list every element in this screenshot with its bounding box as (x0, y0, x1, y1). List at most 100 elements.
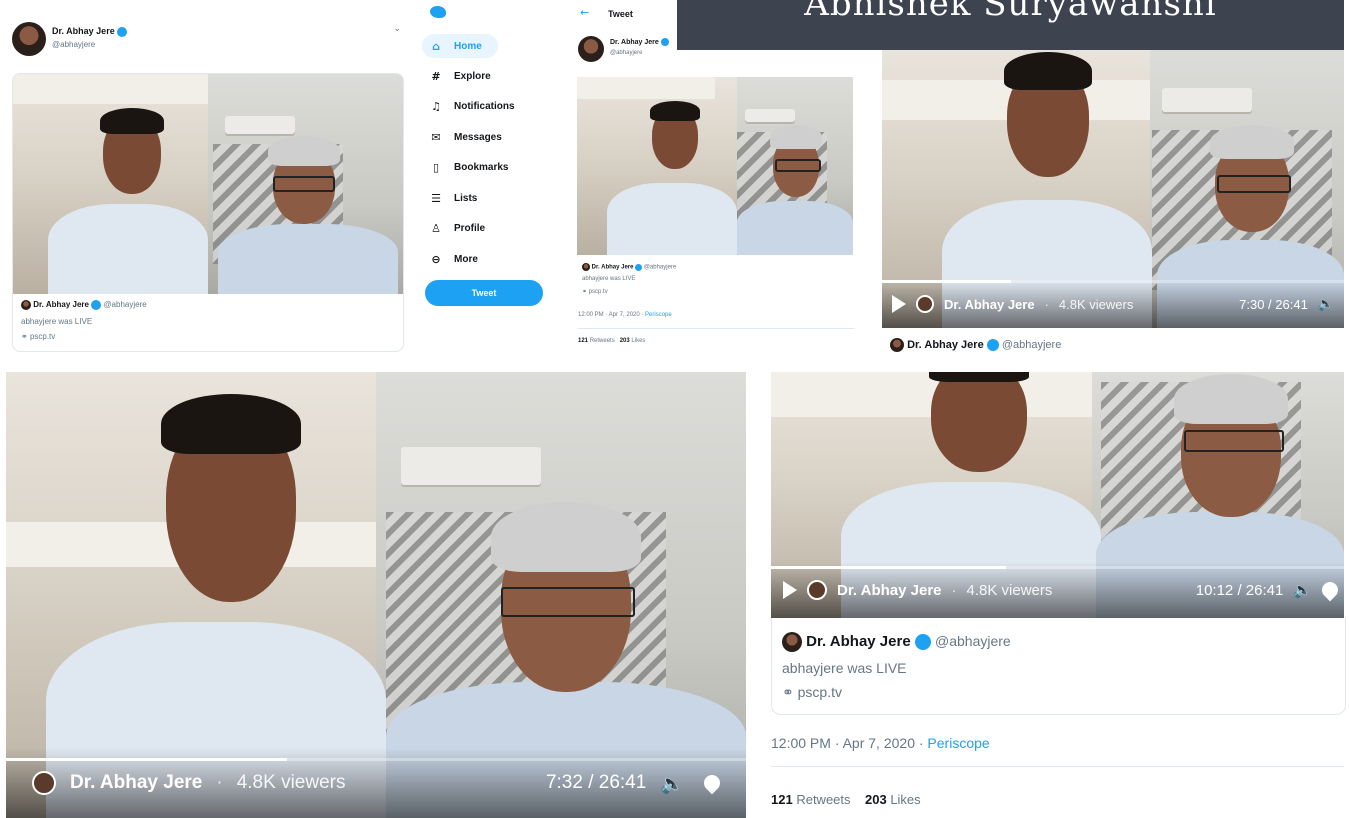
card-user-handle: @abhayjere (643, 264, 677, 271)
chevron-down-icon[interactable]: ⌄ (393, 24, 401, 34)
live-status: abhayjere was LIVE (782, 660, 907, 676)
tweet-page-header: Tweet (608, 9, 633, 19)
source-link[interactable]: Periscope (927, 735, 989, 751)
card-user-handle: @abhayjere (935, 632, 1011, 649)
sidebar-item-notifications[interactable]: ♫ Notifications (430, 100, 515, 113)
video-user-name[interactable]: Dr. Abhay Jere (837, 582, 942, 599)
sidebar-item-messages[interactable]: ✉ Messages (430, 131, 502, 144)
bookmark-icon: ▯ (432, 161, 440, 174)
retweet-label: Retweets (589, 338, 615, 344)
home-icon: ⌂ (432, 40, 440, 53)
card-user-name[interactable]: Dr. Abhay Jere (592, 265, 634, 271)
retweet-count[interactable]: 121 (771, 792, 793, 807)
user-handle: @abhayjere (610, 50, 643, 56)
volume-icon[interactable]: 🔈 (1293, 581, 1312, 599)
sidebar-item-profile[interactable]: ♙ Profile (430, 222, 485, 235)
twitter-logo-icon[interactable] (430, 6, 446, 18)
mini-avatar (21, 300, 31, 310)
like-label: Likes (890, 792, 921, 807)
user-name[interactable]: Dr. Abhay Jere (610, 39, 659, 46)
video-time: 7:32 / 26:41 (545, 772, 647, 793)
card-link[interactable]: ⚭ pscp.tv (582, 288, 608, 295)
link-icon: ⚭ (21, 332, 28, 341)
video-user-name[interactable]: Dr. Abhay Jere (70, 772, 202, 794)
card-user-handle: @abhayjere (1001, 338, 1062, 351)
link-text[interactable]: pscp.tv (30, 332, 55, 341)
user-name[interactable]: Dr. Abhay Jere (52, 26, 115, 36)
link-text[interactable]: pscp.tv (589, 289, 608, 295)
video-thumbnail[interactable] (13, 74, 403, 294)
video-controls: Dr. Abhay Jere · 4.8K viewers 10:12 / 26… (771, 562, 1344, 618)
retweet-label: Retweets (796, 792, 851, 807)
list-icon: ☰ (431, 192, 441, 205)
video-player-3[interactable]: Dr. Abhay Jere · 4.8K viewers 10:12 / 26… (771, 372, 1344, 618)
card-user-name[interactable]: Dr. Abhay Jere (33, 300, 89, 309)
tweet-timestamp: 12:00 PM · Apr 7, 2020 · Periscope (578, 312, 672, 318)
video-user-name[interactable]: Dr. Abhay Jere (944, 297, 1035, 312)
sidebar-item-label: More (454, 254, 478, 265)
sidebar-item-label: Lists (454, 193, 478, 204)
play-icon[interactable] (783, 581, 797, 599)
card-user-handle: @abhayjere (103, 300, 147, 310)
card-user-name[interactable]: Dr. Abhay Jere (806, 633, 911, 650)
verified-icon (91, 300, 102, 310)
like-label: Likes (631, 338, 646, 344)
video-controls: Dr. Abhay Jere · 4.8K viewers 7:30 / 26:… (882, 280, 1344, 328)
tweet-stats: 121 Retweets 203 Likes (578, 338, 645, 344)
card-link[interactable]: ⚭ pscp.tv (21, 332, 55, 341)
verified-icon (117, 26, 128, 37)
video-time: 7:30 / 26:41 (1239, 296, 1308, 312)
avatar[interactable] (12, 22, 46, 56)
tweet-stats: 121 Retweets 203 Likes (771, 792, 921, 807)
tweet-card-left: Dr. Abhay Jere @abhayjere abhayjere was … (12, 73, 404, 352)
play-icon[interactable] (892, 295, 906, 313)
divider (578, 328, 854, 329)
verified-icon (635, 263, 643, 271)
avatar[interactable] (578, 36, 604, 62)
mini-avatar (807, 580, 827, 600)
link-text[interactable]: pscp.tv (798, 684, 842, 700)
volume-icon[interactable]: 🔈 (1318, 297, 1334, 312)
bell-icon: ♫ (431, 100, 441, 113)
like-count[interactable]: 203 (865, 792, 887, 807)
location-pin-icon[interactable] (1318, 578, 1342, 602)
retweet-count[interactable]: 121 (578, 338, 588, 344)
source-link[interactable]: Periscope (645, 312, 672, 318)
video-thumbnail[interactable] (577, 77, 853, 255)
card-user-name[interactable]: Dr. Abhay Jere (907, 339, 984, 351)
live-status: abhayjere was LIVE (21, 317, 93, 326)
timestamp-text: 12:00 PM · Apr 7, 2020 · (771, 735, 928, 751)
viewer-count: 4.8K viewers (236, 772, 346, 793)
video-controls: Dr. Abhay Jere · 4.8K viewers 7:32 / 26:… (6, 748, 746, 818)
sidebar-item-label: Messages (454, 132, 502, 143)
tweet-button[interactable]: Tweet (425, 280, 543, 306)
sidebar-item-label: Explore (454, 71, 491, 82)
progress-bar[interactable] (771, 566, 1344, 569)
sidebar-item-more[interactable]: ⊖ More (430, 253, 478, 266)
sidebar-item-bookmarks[interactable]: ▯ Bookmarks (430, 161, 509, 174)
video-player-1[interactable]: Dr. Abhay Jere · 4.8K viewers 7:30 / 26:… (882, 50, 1344, 328)
mail-icon: ✉ (431, 131, 441, 144)
back-arrow-icon[interactable]: ← (580, 6, 589, 19)
like-count[interactable]: 203 (620, 338, 630, 344)
progress-bar[interactable] (882, 280, 1344, 283)
mini-avatar (916, 295, 934, 313)
user-handle: @abhayjere (52, 40, 96, 49)
sidebar-item-explore[interactable]: # Explore (430, 70, 491, 83)
viewer-count: 4.8K viewers (966, 581, 1053, 599)
sidebar-item-label: Profile (454, 223, 486, 234)
mini-avatar (782, 632, 802, 652)
tweet-timestamp: 12:00 PM · Apr 7, 2020 · Periscope (771, 735, 990, 751)
card-link[interactable]: ⚭ pscp.tv (782, 684, 842, 701)
progress-bar[interactable] (6, 758, 746, 761)
separator: · (1044, 296, 1049, 312)
sidebar-item-lists[interactable]: ☰ Lists (430, 192, 477, 205)
sidebar-item-label: Bookmarks (454, 162, 509, 173)
live-status: abhayjere was LIVE (582, 276, 636, 282)
verified-icon (914, 634, 931, 650)
location-pin-icon[interactable] (700, 771, 724, 795)
volume-icon[interactable]: 🔈 (660, 772, 684, 795)
sidebar-item-home[interactable]: ⌂ Home (430, 40, 482, 53)
video-player-2[interactable]: Dr. Abhay Jere · 4.8K viewers 7:32 / 26:… (6, 372, 746, 818)
more-icon: ⊖ (431, 253, 441, 266)
